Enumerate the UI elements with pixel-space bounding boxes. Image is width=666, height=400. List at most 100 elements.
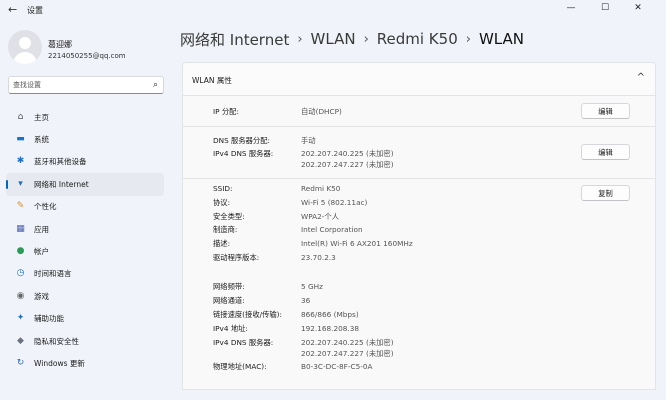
sidebar-item-label: 辅助功能 (34, 314, 64, 324)
network-properties-section: SSID: Redmi K50 协议: Wi-Fi 5 (802.11ac) 安全类型:… (182, 179, 656, 390)
property-value: B0-3C-DC-8F-C5-0A (301, 362, 373, 371)
property-label: 描述: (213, 239, 231, 249)
breadcrumb-item-network[interactable]: 网络和 Internet (180, 29, 289, 50)
breadcrumb-item-wlan[interactable]: WLAN (311, 30, 356, 48)
breadcrumb: 网络和 Internet › WLAN › Redmi K50 › WLAN (180, 28, 524, 50)
sidebar-item-accounts[interactable]: ● 帐户 (6, 240, 164, 262)
property-label: 驱动程序版本: (213, 253, 260, 262)
home-icon: ⌂ (17, 111, 24, 122)
search-box[interactable]: ⌕ (8, 76, 164, 94)
dns-row-label: DNS 服务器分配: (213, 136, 270, 145)
sidebar: 葛迎娜 2214050255@qq.com ⌕ ⌂ 主页 ▬ 系统 ✱ 蓝牙和其他设备 ▾ 网… (0, 20, 172, 400)
search-icon[interactable]: ⌕ (153, 80, 158, 90)
sidebar-item-label: 蓝牙和其他设备 (34, 157, 87, 167)
sidebar-item-label: 个性化 (34, 202, 57, 212)
dns-section: DNS 服务器分配: 手动 IPv4 DNS 服务器: 202.207.240.… (182, 127, 656, 179)
close-button[interactable]: ✕ (626, 1, 650, 15)
property-value: 192.168.208.38 (301, 324, 360, 333)
ip-assignment-label: IP 分配: (213, 107, 239, 116)
sidebar-item-apps[interactable]: ▦ 应用 (6, 218, 164, 240)
sidebar-item-windows-update[interactable]: ↻ Windows 更新 (6, 352, 164, 374)
sidebar-item-system[interactable]: ▬ 系统 (6, 128, 164, 150)
sidebar-item-time-language[interactable]: ◷ 时间和语言 (6, 263, 164, 285)
accounts-icon: ● (16, 246, 25, 257)
wlan-properties-panel: WLAN 属性 ^ IP 分配: 自动(DHCP) 编辑 DNS 服务器分配: … (182, 62, 656, 400)
card-title: WLAN 属性 (192, 76, 232, 85)
property-value: 866/866 (Mbps) (301, 310, 359, 319)
property-label: 协议: (213, 197, 231, 207)
sidebar-item-label: 应用 (34, 224, 49, 234)
property-label: 网络频带: (213, 282, 245, 291)
property-label: SSID: (213, 184, 233, 193)
bluetooth-devices-icon: ✱ (16, 156, 25, 167)
wlan-properties-header[interactable]: WLAN 属性 ^ (182, 62, 656, 96)
system-icon: ▬ (16, 134, 25, 145)
property-value: 5 GHz (301, 282, 323, 291)
sidebar-item-accessibility[interactable]: ✦ 辅助功能 (6, 308, 164, 330)
property-value: 202.207.240.225 (未加密) (301, 338, 394, 347)
privacy-security-icon: ◆ (17, 335, 24, 346)
time-language-icon: ◷ (16, 268, 25, 279)
chevron-up-icon[interactable]: ^ (637, 72, 645, 83)
property-value: Intel(R) Wi-Fi 6 AX201 160MHz (301, 239, 413, 249)
personalization-icon: ✎ (16, 201, 25, 212)
minimize-button[interactable]: — (559, 1, 583, 15)
sidebar-item-home[interactable]: ⌂ 主页 (6, 106, 164, 128)
sidebar-item-personalization[interactable]: ✎ 个性化 (6, 196, 164, 218)
sidebar-item-privacy-security[interactable]: ◆ 隐私和安全性 (6, 330, 164, 352)
ip-assignment-section: IP 分配: 自动(DHCP) 编辑 (182, 96, 656, 127)
user-email: 2214050255@qq.com (48, 52, 126, 60)
property-label: IPv4 地址: (213, 324, 248, 333)
property-value: 36 (301, 296, 311, 305)
network-internet-icon: ▾ (18, 178, 23, 189)
property-value: Wi-Fi 5 (802.11ac) (301, 197, 368, 207)
breadcrumb-item-redmi-k50[interactable]: Redmi K50 (377, 30, 458, 48)
breadcrumb-separator-icon: › (297, 31, 303, 47)
breadcrumb-separator-icon: › (363, 31, 369, 47)
ip-assignment-value: 自动(DHCP) (301, 107, 342, 116)
edit-dns-button[interactable]: 编辑 (581, 144, 630, 160)
property-label: IPv4 DNS 服务器: (213, 338, 274, 347)
dns-row-value: 202.207.247.227 (未加密) (301, 160, 394, 169)
window-title: 设置 (27, 6, 43, 15)
sidebar-item-label: 主页 (34, 112, 49, 122)
dns-row-value: 202.207.240.225 (未加密) (301, 149, 394, 158)
sidebar-item-gaming[interactable]: ◉ 游戏 (6, 285, 164, 307)
property-value: Intel Corporation (301, 225, 363, 235)
sidebar-item-label: 系统 (34, 135, 49, 145)
property-label: 安全类型: (213, 211, 245, 221)
property-label: 物理地址(MAC): (213, 362, 267, 371)
property-value: Redmi K50 (301, 184, 341, 193)
sidebar-item-bluetooth-devices[interactable]: ✱ 蓝牙和其他设备 (6, 151, 164, 173)
title-bar: ← 设置 — ☐ ✕ (0, 0, 666, 20)
dns-row-label: IPv4 DNS 服务器: (213, 149, 274, 158)
avatar[interactable] (8, 30, 42, 64)
sidebar-item-label: 帐户 (34, 247, 49, 257)
property-label: 制造商: (213, 225, 238, 235)
property-label: 网络通道: (213, 296, 245, 305)
sidebar-item-label: 游戏 (34, 291, 49, 301)
sidebar-item-label: 隐私和安全性 (34, 336, 79, 346)
sidebar-nav: ⌂ 主页 ▬ 系统 ✱ 蓝牙和其他设备 ▾ 网络和 Internet ✎ 个性化 ▦ 应用 ● 帐户 ◷ 时间… (6, 106, 164, 375)
dns-row-value: 手动 (301, 136, 316, 145)
sidebar-item-network-internet[interactable]: ▾ 网络和 Internet (6, 173, 164, 196)
sidebar-item-label: Windows 更新 (34, 358, 85, 368)
page-title: WLAN (478, 30, 524, 48)
breadcrumb-separator-icon: › (465, 31, 471, 47)
search-input[interactable] (13, 79, 143, 91)
avatar-head-shape (19, 37, 31, 49)
back-icon[interactable]: ← (8, 3, 17, 16)
user-name: 葛迎娜 (48, 40, 72, 49)
property-label: 链接速度(接收/传输): (213, 310, 282, 319)
sidebar-item-label: 时间和语言 (34, 269, 72, 279)
maximize-button[interactable]: ☐ (593, 1, 617, 15)
windows-update-icon: ↻ (16, 357, 25, 368)
avatar-body-shape (13, 52, 37, 64)
apps-icon: ▦ (16, 223, 25, 234)
gaming-icon: ◉ (16, 290, 25, 301)
accessibility-icon: ✦ (16, 313, 25, 324)
property-value: 23.70.2.3 (301, 253, 336, 262)
edit-ip-button[interactable]: 编辑 (581, 103, 630, 119)
property-value: WPA2-个人 (301, 211, 340, 221)
copy-button[interactable]: 复制 (581, 185, 630, 201)
